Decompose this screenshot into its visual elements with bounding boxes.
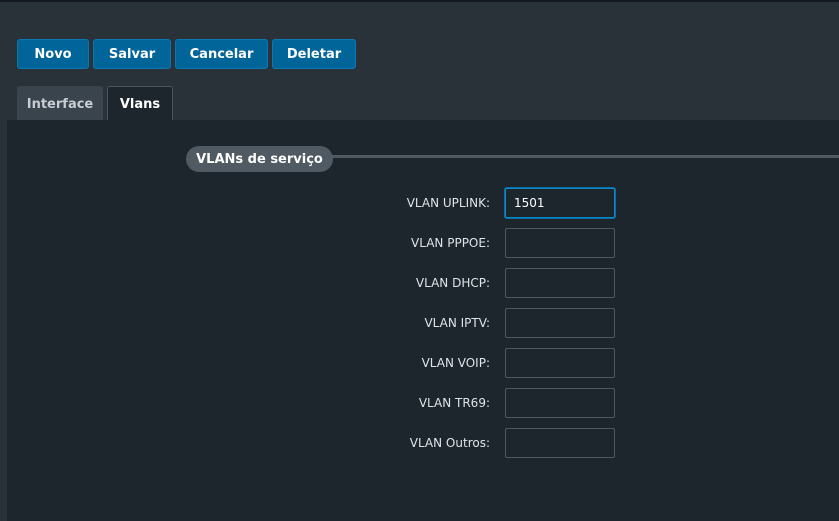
section-divider bbox=[332, 155, 839, 158]
deletar-button[interactable]: Deletar bbox=[272, 39, 356, 69]
tab-vlans[interactable]: Vlans bbox=[107, 86, 173, 122]
vlan-iptv-label: VLAN IPTV: bbox=[424, 316, 490, 330]
vlan-dhcp-row: VLAN DHCP: bbox=[7, 268, 839, 298]
vlans-panel: VLANs de serviço VLAN UPLINK: VLAN PPPOE… bbox=[7, 120, 839, 521]
vlan-uplink-row: VLAN UPLINK: bbox=[7, 188, 839, 218]
content-left-edge bbox=[0, 120, 7, 521]
vlan-outros-row: VLAN Outros: bbox=[7, 428, 839, 458]
vlan-voip-row: VLAN VOIP: bbox=[7, 348, 839, 378]
vlan-outros-input[interactable] bbox=[505, 428, 615, 458]
vlan-outros-label: VLAN Outros: bbox=[409, 436, 490, 450]
vlan-voip-label: VLAN VOIP: bbox=[421, 356, 490, 370]
vlan-voip-input[interactable] bbox=[505, 348, 615, 378]
vlan-dhcp-label: VLAN DHCP: bbox=[415, 276, 490, 290]
toolbar: Novo Salvar Cancelar Deletar bbox=[17, 39, 356, 69]
salvar-button[interactable]: Salvar bbox=[93, 39, 171, 69]
vlan-tr69-input[interactable] bbox=[505, 388, 615, 418]
vlan-pppoe-label: VLAN PPPOE: bbox=[411, 236, 490, 250]
vlan-tr69-label: VLAN TR69: bbox=[418, 396, 490, 410]
vlan-iptv-row: VLAN IPTV: bbox=[7, 308, 839, 338]
tab-interface[interactable]: Interface bbox=[17, 86, 103, 122]
vlan-pppoe-row: VLAN PPPOE: bbox=[7, 228, 839, 258]
novo-button[interactable]: Novo bbox=[17, 39, 89, 69]
vlan-pppoe-input[interactable] bbox=[505, 228, 615, 258]
tab-bar: Interface Vlans bbox=[17, 86, 173, 122]
vlan-tr69-row: VLAN TR69: bbox=[7, 388, 839, 418]
header-bar: Novo Salvar Cancelar Deletar Interface V… bbox=[0, 2, 839, 122]
vlan-uplink-input[interactable] bbox=[505, 188, 615, 218]
vlan-uplink-label: VLAN UPLINK: bbox=[406, 196, 490, 210]
cancelar-button[interactable]: Cancelar bbox=[175, 39, 268, 69]
vlan-dhcp-input[interactable] bbox=[505, 268, 615, 298]
section-title: VLANs de serviço bbox=[186, 146, 333, 172]
vlan-iptv-input[interactable] bbox=[505, 308, 615, 338]
